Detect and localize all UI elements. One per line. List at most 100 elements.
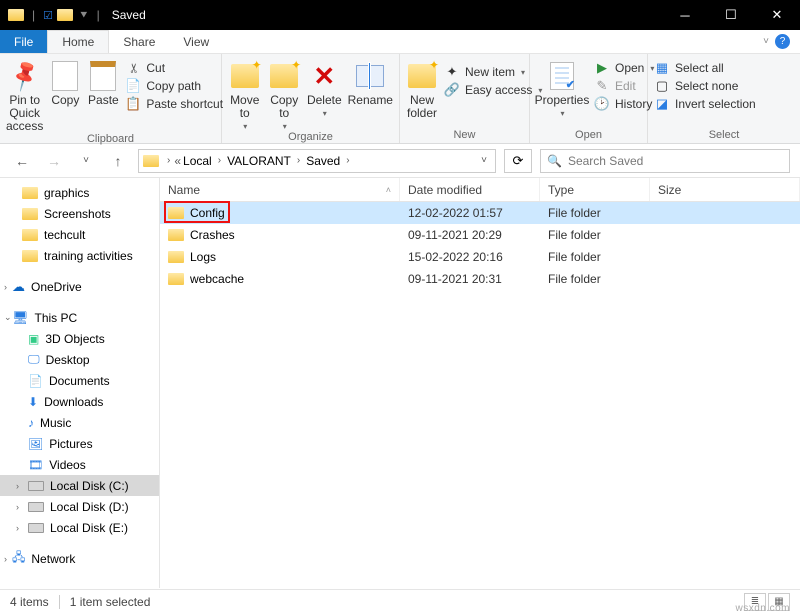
file-name: Config bbox=[190, 206, 225, 220]
rename-icon bbox=[354, 60, 386, 92]
address-folder-icon bbox=[143, 155, 159, 167]
nav-item[interactable]: 📄Documents bbox=[0, 370, 159, 391]
edit-icon: ✎ bbox=[594, 78, 610, 94]
pictures-icon: 🖼 bbox=[28, 437, 43, 451]
address-row: ← → ˅ ↑ › « Local › VALORANT › Saved › ˅… bbox=[0, 144, 800, 178]
nav-network[interactable]: ›🖧Network bbox=[0, 548, 159, 569]
nav-item[interactable]: ›Local Disk (D:) bbox=[0, 496, 159, 517]
copyto-icon bbox=[268, 60, 300, 92]
col-size: Size bbox=[650, 178, 800, 201]
ribbon-collapse-icon[interactable]: ˅ bbox=[763, 36, 769, 47]
tab-home[interactable]: Home bbox=[47, 30, 109, 53]
nav-item[interactable]: 🖼Pictures bbox=[0, 433, 159, 454]
address-dropdown[interactable]: ˅ bbox=[477, 155, 491, 166]
delete-icon: ✕ bbox=[308, 60, 340, 92]
file-row[interactable]: Logs15-02-2022 20:16File folder bbox=[160, 246, 800, 268]
breadcrumb-part[interactable]: Saved bbox=[304, 154, 342, 168]
back-button[interactable]: ← bbox=[10, 149, 34, 173]
nav-item[interactable]: 🎞Videos bbox=[0, 454, 159, 475]
file-type: File folder bbox=[540, 272, 650, 286]
forward-button[interactable]: → bbox=[42, 149, 66, 173]
move-to-button[interactable]: Move to▾ bbox=[228, 58, 261, 131]
nav-item[interactable]: training activities bbox=[0, 245, 159, 266]
close-button[interactable]: ✕ bbox=[754, 0, 800, 30]
scissors-icon: ✂ bbox=[125, 60, 141, 76]
new-folder-button[interactable]: New folder bbox=[406, 58, 438, 120]
tab-file[interactable]: File bbox=[0, 30, 47, 53]
search-placeholder: Search Saved bbox=[568, 154, 643, 168]
breadcrumb-part[interactable]: Local bbox=[181, 154, 214, 168]
open-button[interactable]: ▶Open▾ bbox=[594, 60, 654, 76]
col-name: Name˄ bbox=[160, 178, 400, 201]
pc-icon: 🖥 bbox=[12, 310, 29, 326]
ribbon: 📌 Pin to Quick access Copy Paste ✂Cut 📄C… bbox=[0, 54, 800, 144]
pin-to-quick-access[interactable]: 📌 Pin to Quick access bbox=[6, 58, 43, 133]
easy-access-button[interactable]: 🔗Easy access▾ bbox=[444, 82, 542, 98]
explorer-body: graphics Screenshots techcult training a… bbox=[0, 178, 800, 588]
delete-button[interactable]: ✕ Delete▾ bbox=[307, 58, 342, 118]
folder-icon bbox=[22, 187, 38, 199]
file-name: webcache bbox=[190, 272, 244, 286]
file-row[interactable]: Crashes09-11-2021 20:29File folder bbox=[160, 224, 800, 246]
file-row[interactable]: webcache09-11-2021 20:31File folder bbox=[160, 268, 800, 290]
easyaccess-icon: 🔗 bbox=[444, 82, 460, 98]
file-type: File folder bbox=[540, 206, 650, 220]
nav-item[interactable]: Screenshots bbox=[0, 203, 159, 224]
status-item-count: 4 items bbox=[10, 595, 49, 609]
breadcrumb-part[interactable]: VALORANT bbox=[225, 154, 293, 168]
search-box[interactable]: 🔍 Search Saved bbox=[540, 149, 790, 173]
paste-shortcut-button[interactable]: 📋Paste shortcut bbox=[125, 96, 223, 112]
nav-item[interactable]: ›Local Disk (E:) bbox=[0, 517, 159, 538]
history-icon: 🕑 bbox=[594, 96, 610, 112]
group-label-select: Select bbox=[648, 129, 800, 143]
nav-onedrive[interactable]: ›☁OneDrive bbox=[0, 276, 159, 297]
videos-icon: 🎞 bbox=[28, 458, 43, 472]
downloads-icon: ⬇ bbox=[28, 395, 38, 409]
copy-path-button[interactable]: 📄Copy path bbox=[125, 78, 223, 94]
chevron-right-icon: › bbox=[163, 155, 174, 166]
tab-share[interactable]: Share bbox=[109, 30, 169, 53]
nav-item[interactable]: ⬇Downloads bbox=[0, 391, 159, 412]
history-button[interactable]: 🕑History bbox=[594, 96, 654, 112]
refresh-button[interactable]: ⟳ bbox=[504, 149, 532, 173]
cloud-icon: ☁ bbox=[12, 279, 25, 295]
cut-button[interactable]: ✂Cut bbox=[125, 60, 223, 76]
open-icon: ▶ bbox=[594, 60, 610, 76]
folder-icon bbox=[168, 229, 184, 241]
folder-icon bbox=[22, 208, 38, 220]
nav-item[interactable]: graphics bbox=[0, 182, 159, 203]
select-none-button[interactable]: ▢Select none bbox=[654, 78, 756, 94]
help-icon[interactable]: ? bbox=[775, 34, 790, 49]
file-name: Crashes bbox=[190, 228, 235, 242]
copy-to-button[interactable]: Copy to▾ bbox=[267, 58, 300, 131]
file-list: Name˄ Date modified Type Size Config12-0… bbox=[160, 178, 800, 588]
nav-item[interactable]: ♪Music bbox=[0, 412, 159, 433]
recent-dropdown[interactable]: ˅ bbox=[74, 149, 98, 173]
properties-icon: ✔ bbox=[546, 60, 578, 92]
select-all-button[interactable]: ▦Select all bbox=[654, 60, 756, 76]
edit-button[interactable]: ✎Edit bbox=[594, 78, 654, 94]
nav-item[interactable]: ▣3D Objects bbox=[0, 328, 159, 349]
minimize-button[interactable]: ─ bbox=[662, 0, 708, 30]
up-button[interactable]: ↑ bbox=[106, 149, 130, 173]
nav-thispc[interactable]: ⌄🖥This PC bbox=[0, 307, 159, 328]
address-bar[interactable]: › « Local › VALORANT › Saved › ˅ bbox=[138, 149, 496, 173]
copy-button[interactable]: Copy bbox=[49, 58, 81, 107]
maximize-button[interactable]: ☐ bbox=[708, 0, 754, 30]
nav-item[interactable]: 🖵Desktop bbox=[0, 349, 159, 370]
sort-caret-icon: ˄ bbox=[386, 185, 391, 195]
titlebar: | ☑ ⯆ | Saved ─ ☐ ✕ bbox=[0, 0, 800, 30]
rename-button[interactable]: Rename bbox=[348, 58, 393, 107]
nav-item-local-c[interactable]: ›Local Disk (C:) bbox=[0, 475, 159, 496]
tab-view[interactable]: View bbox=[169, 30, 223, 53]
file-type: File folder bbox=[540, 228, 650, 242]
nav-item[interactable]: techcult bbox=[0, 224, 159, 245]
paste-button[interactable]: Paste bbox=[87, 58, 119, 107]
drive-icon bbox=[28, 502, 44, 512]
properties-button[interactable]: ✔ Properties▾ bbox=[536, 58, 588, 118]
column-headers[interactable]: Name˄ Date modified Type Size bbox=[160, 178, 800, 202]
status-bar: 4 items 1 item selected ≣ ▦ bbox=[0, 589, 800, 613]
file-row[interactable]: Config12-02-2022 01:57File folder bbox=[160, 202, 800, 224]
new-item-button[interactable]: ✦New item▾ bbox=[444, 64, 542, 80]
invert-selection-button[interactable]: ◪Invert selection bbox=[654, 96, 756, 112]
